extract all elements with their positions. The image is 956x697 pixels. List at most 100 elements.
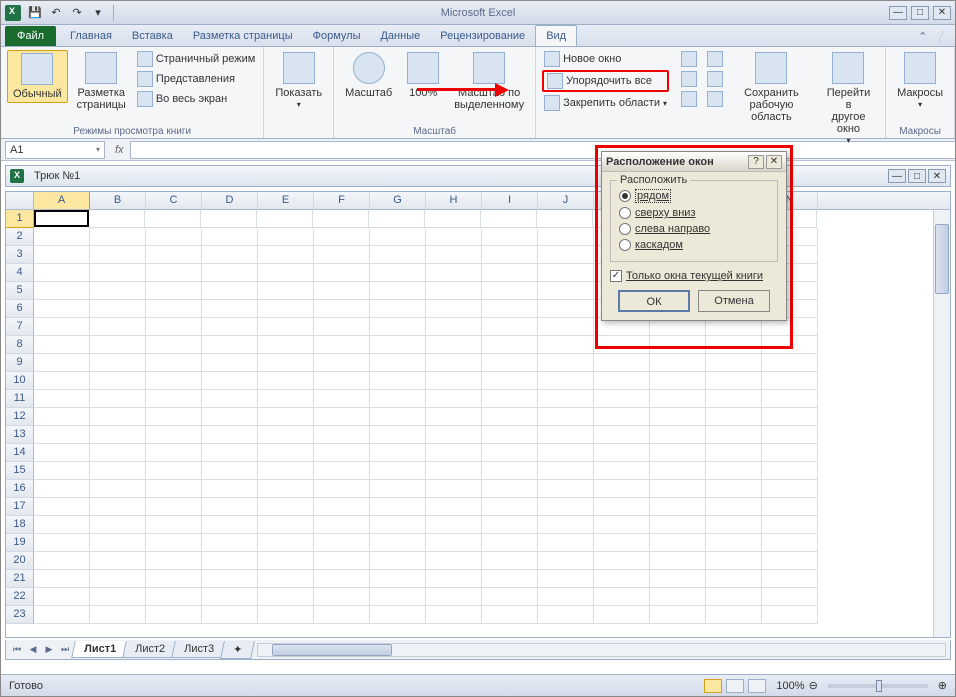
cell[interactable] (426, 228, 482, 246)
cell[interactable] (257, 210, 313, 228)
cell[interactable] (650, 498, 706, 516)
cell[interactable] (594, 426, 650, 444)
undo-icon[interactable]: ↶ (48, 5, 64, 21)
row-header[interactable]: 21 (6, 570, 34, 588)
first-sheet-button[interactable]: ⏮ (10, 643, 24, 657)
cell[interactable] (762, 426, 818, 444)
cell[interactable] (650, 606, 706, 624)
fx-icon[interactable]: fx (109, 144, 130, 156)
cell[interactable] (370, 264, 426, 282)
cell[interactable] (594, 480, 650, 498)
cell[interactable] (90, 336, 146, 354)
cell[interactable] (482, 264, 538, 282)
cell[interactable] (90, 318, 146, 336)
cell[interactable] (538, 534, 594, 552)
cell[interactable] (482, 246, 538, 264)
cell[interactable] (594, 354, 650, 372)
cell[interactable] (650, 516, 706, 534)
cell[interactable] (482, 480, 538, 498)
cell[interactable] (146, 444, 202, 462)
cell[interactable] (258, 588, 314, 606)
cell[interactable] (370, 354, 426, 372)
cell[interactable] (370, 588, 426, 606)
cell[interactable] (482, 318, 538, 336)
cell[interactable] (594, 516, 650, 534)
cell[interactable] (258, 426, 314, 444)
cell[interactable] (34, 372, 90, 390)
cell[interactable] (426, 498, 482, 516)
cell[interactable] (314, 336, 370, 354)
cell[interactable] (202, 282, 258, 300)
cell[interactable] (314, 588, 370, 606)
new-sheet-button[interactable]: ✦ (220, 641, 255, 659)
cell[interactable] (706, 426, 762, 444)
cell[interactable] (314, 570, 370, 588)
cell[interactable] (90, 426, 146, 444)
cell[interactable] (90, 570, 146, 588)
radio-cascade[interactable]: каскадом (619, 237, 769, 253)
cell[interactable] (314, 264, 370, 282)
cell[interactable] (146, 606, 202, 624)
cell[interactable] (426, 408, 482, 426)
row-header[interactable]: 3 (6, 246, 34, 264)
cell[interactable] (594, 444, 650, 462)
cell[interactable] (482, 336, 538, 354)
radio-horizontal[interactable]: сверху вниз (619, 205, 769, 221)
cell[interactable] (481, 210, 537, 228)
cell[interactable] (762, 516, 818, 534)
cell[interactable] (426, 534, 482, 552)
cell[interactable] (146, 300, 202, 318)
cell[interactable] (482, 300, 538, 318)
hide-button[interactable] (679, 70, 699, 88)
cell[interactable] (706, 354, 762, 372)
row-header[interactable]: 8 (6, 336, 34, 354)
cell[interactable] (202, 570, 258, 588)
cell[interactable] (146, 372, 202, 390)
cell[interactable] (202, 534, 258, 552)
cell[interactable] (370, 282, 426, 300)
view-normal-button[interactable]: Обычный (7, 50, 68, 103)
cell[interactable] (146, 534, 202, 552)
cell[interactable] (650, 552, 706, 570)
zoom-button[interactable]: Масштаб (340, 50, 397, 101)
cell[interactable] (258, 444, 314, 462)
cell[interactable] (762, 480, 818, 498)
dialog-close-button[interactable]: ✕ (766, 155, 782, 169)
cell[interactable] (34, 210, 89, 227)
column-header[interactable]: H (426, 192, 482, 209)
custom-views-button[interactable]: Представления (135, 70, 258, 88)
page-break-view-button[interactable] (748, 679, 766, 693)
cell[interactable] (538, 246, 594, 264)
cell[interactable] (706, 552, 762, 570)
cell[interactable] (34, 552, 90, 570)
zoom-in-button[interactable]: ⊕ (938, 679, 947, 692)
ok-button[interactable]: ОК (618, 290, 690, 312)
cell[interactable] (482, 390, 538, 408)
row-header[interactable]: 2 (6, 228, 34, 246)
cell[interactable] (202, 372, 258, 390)
cell[interactable] (706, 534, 762, 552)
cell[interactable] (762, 462, 818, 480)
cell[interactable] (538, 606, 594, 624)
redo-icon[interactable]: ↷ (69, 5, 85, 21)
cell[interactable] (650, 588, 706, 606)
cell[interactable] (482, 408, 538, 426)
cell[interactable] (314, 498, 370, 516)
cell[interactable] (90, 408, 146, 426)
tab-review[interactable]: Рецензирование (430, 26, 535, 46)
cell[interactable] (146, 390, 202, 408)
cell[interactable] (706, 444, 762, 462)
cell[interactable] (426, 480, 482, 498)
cell[interactable] (594, 552, 650, 570)
cell[interactable] (146, 498, 202, 516)
spreadsheet-grid[interactable]: ABCDEFGHIJKLMN 1234567891011121314151617… (5, 191, 951, 638)
cell[interactable] (314, 426, 370, 444)
cell[interactable] (146, 228, 202, 246)
side-by-side-button[interactable] (705, 50, 725, 68)
tab-insert[interactable]: Вставка (122, 26, 183, 46)
cell[interactable] (538, 552, 594, 570)
cell[interactable] (146, 246, 202, 264)
column-header[interactable]: I (482, 192, 538, 209)
zoom-selection-button[interactable]: Масштаб по выделенному (449, 50, 529, 113)
cell[interactable] (202, 246, 258, 264)
